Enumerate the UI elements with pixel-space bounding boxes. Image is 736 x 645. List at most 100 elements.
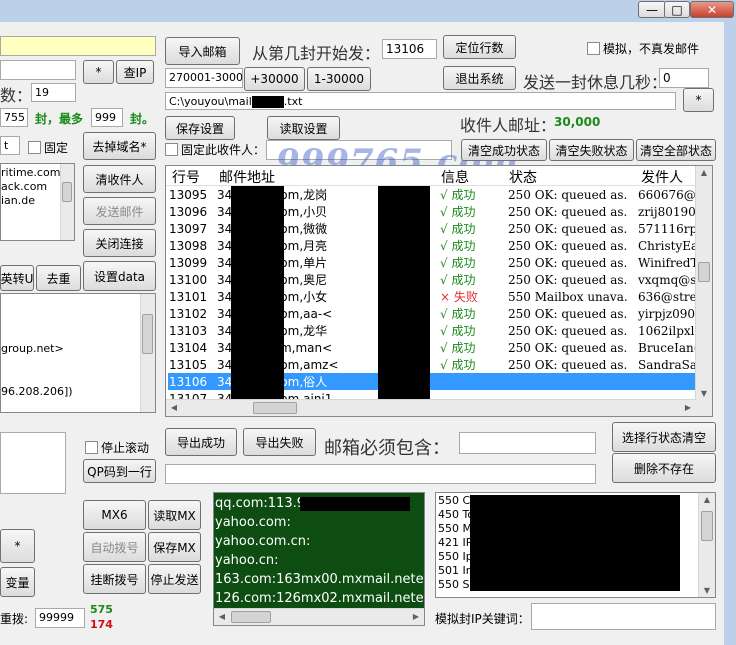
table-vscrollbar[interactable]: ▲ ▼ <box>695 166 712 416</box>
scrollbar-thumb[interactable] <box>253 402 297 414</box>
mail-path-input[interactable]: C:\youyou\mail .txt <box>165 92 676 110</box>
send-mail-button[interactable]: 发送邮件 <box>83 197 156 225</box>
variable-button[interactable]: 变量 <box>0 567 35 597</box>
mx6-button[interactable]: MX6 <box>83 500 146 530</box>
plus-30000-button[interactable]: +30000 <box>244 67 305 91</box>
feng-zuiduo-label: 封，最多 <box>35 112 84 126</box>
column-header-status[interactable]: 状态 <box>509 167 537 187</box>
scroll-down-arrow-icon[interactable]: ▼ <box>699 586 715 595</box>
redial-input[interactable]: 99999 <box>35 608 85 628</box>
domain-item[interactable]: ack.com <box>1 180 47 193</box>
log-scrollbar[interactable] <box>140 294 155 412</box>
clear-recipients-button[interactable]: 清收件人 <box>83 165 156 193</box>
save-settings-button[interactable]: 保存设置 <box>165 116 235 140</box>
checkbox-box-icon <box>28 141 41 154</box>
scrollbar-thumb[interactable] <box>698 262 710 282</box>
rest-seconds-input[interactable]: 0 <box>659 68 709 88</box>
delete-nonexist-button[interactable]: 删除不存在 <box>612 453 716 483</box>
scroll-right-arrow-icon[interactable]: ▶ <box>408 612 424 621</box>
count-input[interactable]: 19 <box>31 83 76 102</box>
locate-row-button[interactable]: 定位行数 <box>443 35 516 59</box>
select-row-clear-button[interactable]: 选择行状态清空 <box>612 422 716 452</box>
auto-dial-button[interactable]: 自动拨号 <box>83 532 146 562</box>
scroll-right-arrow-icon[interactable]: ▶ <box>680 403 696 412</box>
scroll-up-arrow-icon[interactable]: ▲ <box>699 495 715 504</box>
scroll-up-arrow-icon[interactable]: ▲ <box>696 168 712 177</box>
max-input[interactable]: 999 <box>91 108 123 127</box>
range-input[interactable]: 270001-300000 <box>165 68 243 88</box>
domain-list-scrollbar[interactable] <box>60 164 74 240</box>
per-ip-input[interactable]: 755 <box>0 108 28 127</box>
redacted-block <box>231 186 284 400</box>
scrollbar-thumb[interactable] <box>142 314 153 354</box>
clear-fail-status-button[interactable]: 清空失败状态 <box>549 139 634 161</box>
sender-cell: 660676@ <box>638 187 696 202</box>
maximize-button[interactable]: □ <box>664 1 690 18</box>
domain-list[interactable]: ritime.com ack.com ian.de <box>0 163 75 241</box>
smtp-code-box[interactable]: 550 Co 450 To 550 M 421 IP 550 Ip 501 In… <box>435 492 716 598</box>
check-ip-button[interactable]: 查IP <box>116 60 154 84</box>
exit-system-button[interactable]: 退出系统 <box>443 66 516 90</box>
convert-button[interactable]: 英转U <box>0 265 34 291</box>
qp-code-button[interactable]: QP码到一行 <box>83 459 156 483</box>
ip-star-button[interactable]: * <box>83 60 114 84</box>
keyword-input[interactable] <box>531 603 716 630</box>
set-data-button[interactable]: 设置data <box>83 261 156 291</box>
read-mx-button[interactable]: 读取MX <box>148 500 201 530</box>
left-yellow-input[interactable] <box>0 36 156 56</box>
read-settings-button[interactable]: 读取设置 <box>267 116 340 140</box>
scrollbar-thumb[interactable] <box>701 511 713 541</box>
fix-recipient-checkbox[interactable]: 固定此收件人： <box>165 141 265 158</box>
rest-seconds-label: 发送一封休息几秒： <box>523 73 668 92</box>
clear-success-status-button[interactable]: 清空成功状态 <box>461 139 547 161</box>
smtp-scrollbar[interactable]: ▲ ▼ <box>698 493 715 597</box>
stop-scroll-checkbox[interactable]: 停止滚动 <box>85 439 149 456</box>
scrollbar-thumb[interactable] <box>62 182 72 202</box>
domain-item[interactable]: ian.de <box>1 194 35 207</box>
must-contain-input[interactable] <box>459 432 596 454</box>
table-hscrollbar[interactable]: ◀ ▶ <box>166 399 696 416</box>
recipient-count: 30,000 <box>554 115 601 129</box>
fixed-checkbox[interactable]: 固定 <box>28 139 68 156</box>
t-input[interactable]: t <box>0 136 20 155</box>
minimize-button[interactable]: — <box>638 1 666 18</box>
results-table[interactable]: 行号 邮件地址 信息 状态 发件人 13095349@qq.com,龙岗√ 成功… <box>165 165 713 417</box>
domain-item[interactable]: ritime.com <box>1 166 60 179</box>
range-1-30000-button[interactable]: 1-30000 <box>307 67 371 91</box>
path-star-button[interactable]: * <box>683 88 714 112</box>
redacted-block <box>378 186 430 400</box>
scroll-left-arrow-icon[interactable]: ◀ <box>166 403 182 412</box>
sender-cell: yirpjz0908 <box>638 306 698 321</box>
export-fail-button[interactable]: 导出失败 <box>243 428 316 456</box>
left-input-2[interactable] <box>0 60 76 80</box>
close-button[interactable]: ✕ <box>690 1 734 18</box>
remove-domain-button[interactable]: 去掉域名* <box>83 132 156 160</box>
scroll-left-arrow-icon[interactable]: ◀ <box>214 612 230 621</box>
column-header-sender[interactable]: 发件人 <box>641 167 683 187</box>
star-button-2[interactable]: * <box>0 529 35 563</box>
scrollbar-thumb[interactable] <box>231 611 271 623</box>
close-connection-button[interactable]: 关闭连接 <box>83 229 156 257</box>
export-success-button[interactable]: 导出成功 <box>165 428 237 456</box>
column-header-row-no[interactable]: 行号 <box>172 167 200 187</box>
row-number-cell: 13099 <box>169 255 208 270</box>
scroll-down-arrow-icon[interactable]: ▼ <box>696 389 712 398</box>
column-header-email[interactable]: 邮件地址 <box>219 167 275 187</box>
app-window: — □ ✕ * 查IP 数： 19 755 封，最多 999 封。 t 固定 去… <box>0 0 736 645</box>
mx-record-box[interactable]: qq.com:113.9 yahoo.com: yahoo.com.cn: ya… <box>213 492 425 626</box>
save-mx-button[interactable]: 保存MX <box>148 532 201 562</box>
mx-hscrollbar[interactable]: ◀ ▶ <box>214 608 424 625</box>
start-from-input[interactable]: 13106 <box>382 39 437 59</box>
email-prefix-cell: 34 <box>217 289 232 304</box>
status-cell: 250 OK: queued as. <box>508 323 628 338</box>
hangup-button[interactable]: 挂断拨号 <box>83 564 146 594</box>
dedupe-button[interactable]: 去重 <box>36 265 81 291</box>
clear-all-status-button[interactable]: 清空全部状态 <box>636 139 716 161</box>
sender-cell: vxqmq@s <box>638 272 697 287</box>
status-cell: 250 OK: queued as. <box>508 187 628 202</box>
simulate-checkbox[interactable]: 模拟，不真发邮件 <box>587 40 699 57</box>
import-mailbox-button[interactable]: 导入邮箱 <box>165 37 240 65</box>
column-header-info[interactable]: 信息 <box>441 167 469 187</box>
stop-send-button[interactable]: 停止发送 <box>148 564 201 594</box>
log-textbox[interactable]: group.net> 96.208.206]) <box>0 293 156 413</box>
